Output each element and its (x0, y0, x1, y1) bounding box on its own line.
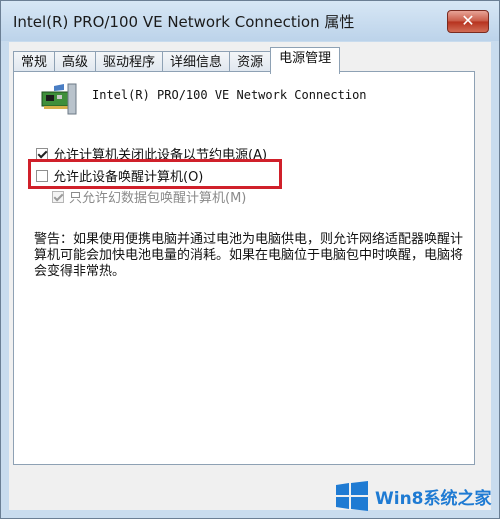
allow-power-off-checkbox[interactable] (36, 147, 48, 160)
close-button[interactable]: ✕ (447, 10, 489, 33)
close-icon: ✕ (461, 11, 475, 30)
magic-packet-label: 只允许幻数据包唤醒计算机(M) (69, 191, 247, 206)
watermark-text: Win8系统之家 (375, 488, 492, 509)
window-title: Intel(R) PRO/100 VE Network Connection 属… (13, 13, 355, 31)
properties-dialog: Intel(R) PRO/100 VE Network Connection 属… (0, 0, 500, 519)
tab-power-management[interactable]: 电源管理 (270, 47, 341, 74)
device-name: Intel(R) PRO/100 VE Network Connection (92, 88, 367, 102)
highlight-box (28, 159, 282, 189)
tab-strip: 常规 高级 驱动程序 详细信息 资源 电源管理 (13, 47, 341, 74)
warning-text: 警告：如果使用便携电脑并通过电池为电脑供电，则允许网络适配器唤醒计算机可能会加快… (34, 232, 464, 279)
windows-logo-icon (336, 481, 368, 511)
title-bar[interactable]: Intel(R) PRO/100 VE Network Connection 属… (1, 1, 499, 41)
power-management-panel: Intel(R) PRO/100 VE Network Connection 允… (13, 71, 475, 465)
site-watermark: Win8系统之家 (335, 479, 492, 513)
magic-packet-option: 只允许幻数据包唤醒计算机(M) (52, 187, 246, 206)
network-adapter-icon (41, 83, 77, 115)
magic-packet-checkbox (52, 190, 64, 203)
